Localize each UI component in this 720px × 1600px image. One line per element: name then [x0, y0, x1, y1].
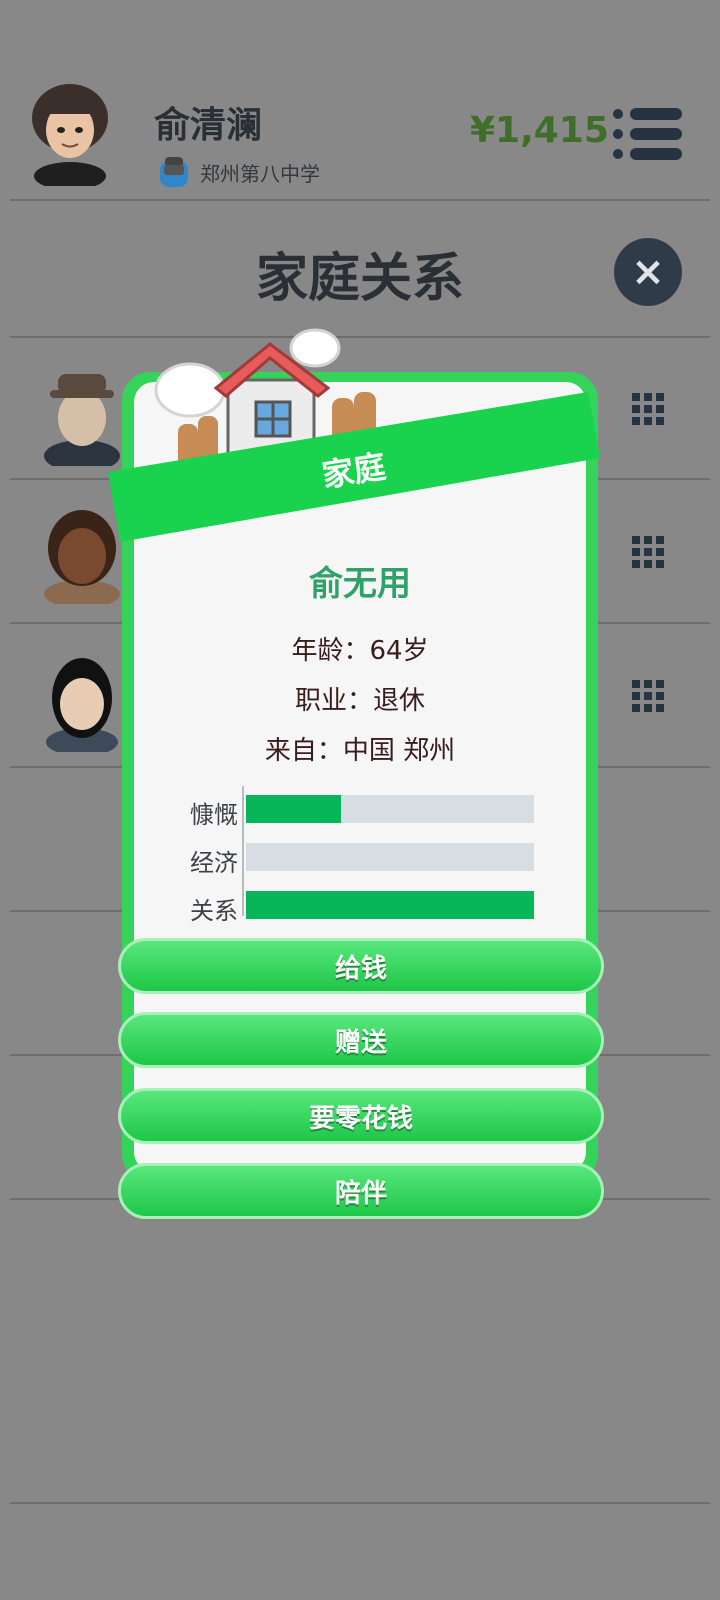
grid-icon[interactable] — [632, 536, 664, 568]
close-icon: × — [631, 249, 665, 295]
money-balance: ¥1,415 — [470, 110, 609, 151]
stat-bar-generosity — [246, 795, 534, 823]
page-title: 家庭关系 — [255, 249, 464, 309]
stat-bar-relationship — [246, 891, 534, 919]
grid-icon[interactable] — [632, 680, 664, 712]
player-name: 俞清澜 — [154, 105, 263, 146]
stat-label-generosity: 慷慨 — [190, 801, 238, 829]
header: 俞清澜 郑州第八中学 ¥1,415 — [0, 0, 720, 200]
family-member-avatar[interactable] — [40, 652, 124, 752]
give-money-button[interactable]: 给钱 — [118, 938, 604, 994]
divider — [10, 199, 710, 201]
stats-axis — [242, 786, 244, 916]
from-line: 来自：中国 郑州 — [264, 736, 456, 766]
menu-icon[interactable] — [612, 106, 684, 162]
ask-allowance-button[interactable]: 要零花钱 — [118, 1088, 604, 1144]
school-name: 郑州第八中学 — [200, 161, 320, 186]
stat-bar-economy — [246, 843, 534, 871]
person-name: 俞无用 — [309, 564, 411, 604]
job-line: 职业：退休 — [294, 686, 425, 716]
stat-label-economy: 经济 — [190, 849, 238, 877]
stat-bar-fill — [246, 891, 534, 919]
school-row: 郑州第八中学 — [156, 152, 320, 192]
gift-button[interactable]: 赠送 — [118, 1012, 604, 1068]
divider — [10, 1502, 710, 1504]
ribbon-banner: 家庭 — [108, 392, 600, 542]
player-avatar-icon[interactable] — [28, 78, 112, 186]
stat-bar-fill — [246, 795, 342, 823]
grid-icon[interactable] — [632, 393, 664, 425]
stat-label-relationship: 关系 — [190, 897, 238, 925]
accompany-button[interactable]: 陪伴 — [118, 1163, 604, 1219]
close-button[interactable]: × — [614, 238, 682, 306]
age-line: 年龄：64岁 — [291, 636, 429, 666]
school-bag-icon — [160, 157, 188, 187]
